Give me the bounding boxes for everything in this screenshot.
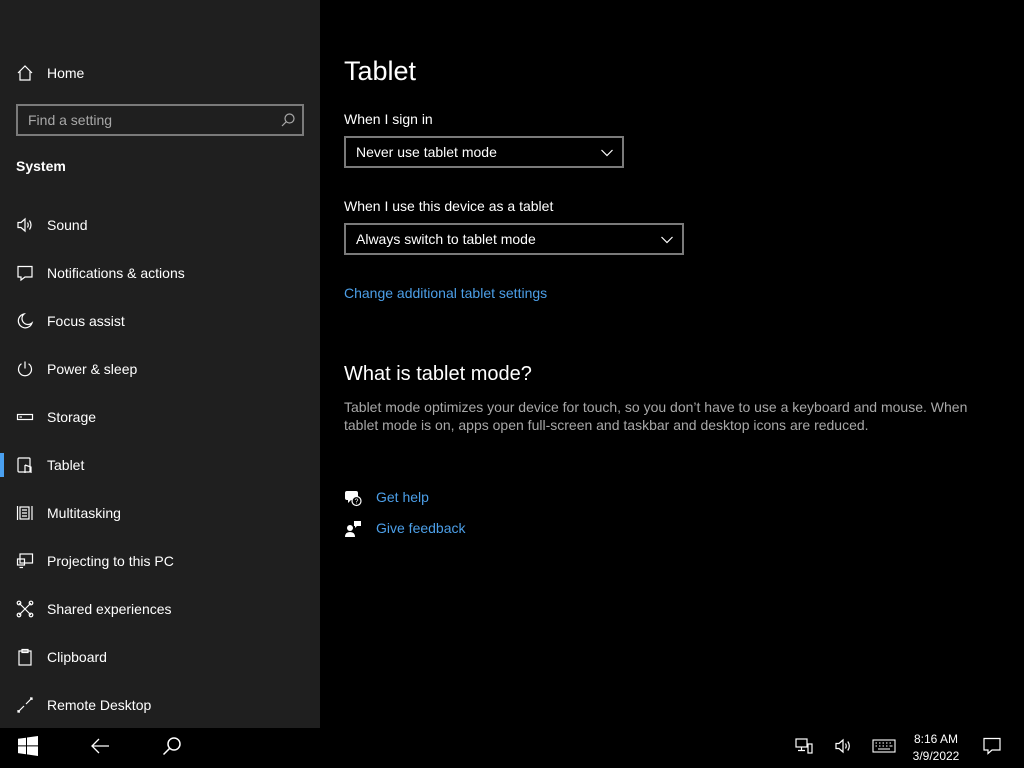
sidebar-item-label: Projecting to this PC bbox=[47, 553, 174, 569]
remote-desktop-icon bbox=[16, 696, 34, 714]
give-feedback-row[interactable]: Give feedback bbox=[344, 518, 544, 540]
search-input[interactable] bbox=[28, 106, 268, 134]
section-title: System bbox=[16, 158, 66, 174]
page-title: Tablet bbox=[344, 56, 417, 86]
sign-in-dropdown-value: Never use tablet mode bbox=[356, 144, 497, 160]
sidebar-item-notifications[interactable]: Notifications & actions bbox=[0, 249, 320, 297]
clipboard-icon bbox=[16, 648, 34, 666]
sidebar-item-label: Power & sleep bbox=[47, 361, 138, 377]
give-feedback-link[interactable]: Give feedback bbox=[376, 520, 466, 536]
sidebar-item-multitasking[interactable]: Multitasking bbox=[0, 489, 320, 537]
moon-icon bbox=[16, 312, 34, 330]
sidebar-item-sound[interactable]: Sound bbox=[0, 201, 320, 249]
multitasking-icon bbox=[16, 504, 34, 522]
sidebar-item-label: Remote Desktop bbox=[47, 697, 152, 713]
storage-icon bbox=[16, 408, 34, 426]
sidebar-item-remote-desktop[interactable]: Remote Desktop bbox=[0, 681, 320, 729]
change-additional-settings-link[interactable]: Change additional tablet settings bbox=[344, 285, 547, 301]
notification-icon bbox=[16, 264, 34, 282]
search-field[interactable] bbox=[16, 104, 304, 136]
back-arrow-icon bbox=[90, 736, 110, 761]
sidebar-item-projecting[interactable]: Projecting to this PC bbox=[0, 537, 320, 585]
tablet-mode-description: Tablet mode optimizes your device for to… bbox=[344, 399, 968, 433]
speaker-icon bbox=[16, 216, 34, 234]
action-center-icon bbox=[982, 736, 1002, 761]
chevron-down-icon bbox=[600, 146, 614, 160]
what-is-tablet-mode-heading: What is tablet mode? bbox=[344, 363, 532, 385]
sidebar-item-label: Tablet bbox=[47, 457, 85, 473]
windows-logo-icon bbox=[18, 735, 38, 761]
sidebar-item-label: Storage bbox=[47, 409, 97, 425]
shared-icon bbox=[16, 600, 34, 618]
sidebar-item-storage[interactable]: Storage bbox=[0, 393, 320, 441]
keyboard-icon bbox=[872, 738, 896, 759]
start-button[interactable] bbox=[4, 728, 52, 768]
sidebar-item-tablet[interactable]: Tablet bbox=[0, 441, 320, 489]
sidebar-item-label: Multitasking bbox=[47, 505, 121, 521]
sidebar-item-label: Sound bbox=[47, 217, 88, 233]
home-icon bbox=[16, 64, 34, 82]
search-icon[interactable] bbox=[280, 112, 296, 128]
chevron-down-icon bbox=[660, 233, 674, 247]
power-icon bbox=[16, 360, 34, 378]
help-chat-icon: ? bbox=[344, 489, 362, 507]
get-help-link[interactable]: Get help bbox=[376, 489, 429, 505]
volume-icon bbox=[834, 736, 854, 761]
clock-date: 3/9/2022 bbox=[912, 749, 960, 763]
sign-in-dropdown[interactable]: Never use tablet mode bbox=[344, 136, 624, 168]
sidebar-item-label: Notifications & actions bbox=[47, 265, 185, 281]
sidebar-nav: Sound Notifications & actions Focus assi… bbox=[0, 201, 320, 729]
clock-time: 8:16 AM bbox=[913, 732, 959, 746]
taskbar: 8:16 AM 3/9/2022 bbox=[0, 728, 1024, 768]
device-tablet-dropdown-value: Always switch to tablet mode bbox=[356, 231, 536, 247]
sidebar-item-label: Clipboard bbox=[47, 649, 107, 665]
projecting-icon bbox=[16, 552, 34, 570]
action-center-button[interactable] bbox=[968, 728, 1016, 768]
clock[interactable]: 8:16 AM 3/9/2022 bbox=[906, 731, 966, 765]
sidebar-item-focus-assist[interactable]: Focus assist bbox=[0, 297, 320, 345]
device-tablet-label: When I use this device as a tablet bbox=[344, 198, 554, 214]
sidebar-item-shared-experiences[interactable]: Shared experiences bbox=[0, 585, 320, 633]
feedback-icon bbox=[344, 520, 362, 538]
get-help-row[interactable]: ? Get help bbox=[344, 487, 544, 509]
search-icon bbox=[162, 736, 182, 761]
sidebar-item-label: Home bbox=[47, 65, 85, 81]
svg-text:?: ? bbox=[355, 499, 359, 506]
sidebar-item-clipboard[interactable]: Clipboard bbox=[0, 633, 320, 681]
device-tablet-dropdown[interactable]: Always switch to tablet mode bbox=[344, 223, 684, 255]
sidebar-item-power-sleep[interactable]: Power & sleep bbox=[0, 345, 320, 393]
back-button[interactable] bbox=[76, 728, 124, 768]
network-icon bbox=[794, 736, 814, 761]
main-content: Tablet When I sign in Never use tablet m… bbox=[320, 0, 1024, 728]
sidebar-item-label: Focus assist bbox=[47, 313, 125, 329]
touch-keyboard-button[interactable] bbox=[858, 728, 910, 768]
sidebar: Home System Sound Notifications & action… bbox=[0, 0, 320, 728]
sidebar-item-label: Shared experiences bbox=[47, 601, 172, 617]
sidebar-item-home[interactable]: Home bbox=[0, 58, 320, 88]
taskbar-search-button[interactable] bbox=[148, 728, 196, 768]
sign-in-label: When I sign in bbox=[344, 111, 433, 127]
tablet-icon bbox=[16, 456, 34, 474]
